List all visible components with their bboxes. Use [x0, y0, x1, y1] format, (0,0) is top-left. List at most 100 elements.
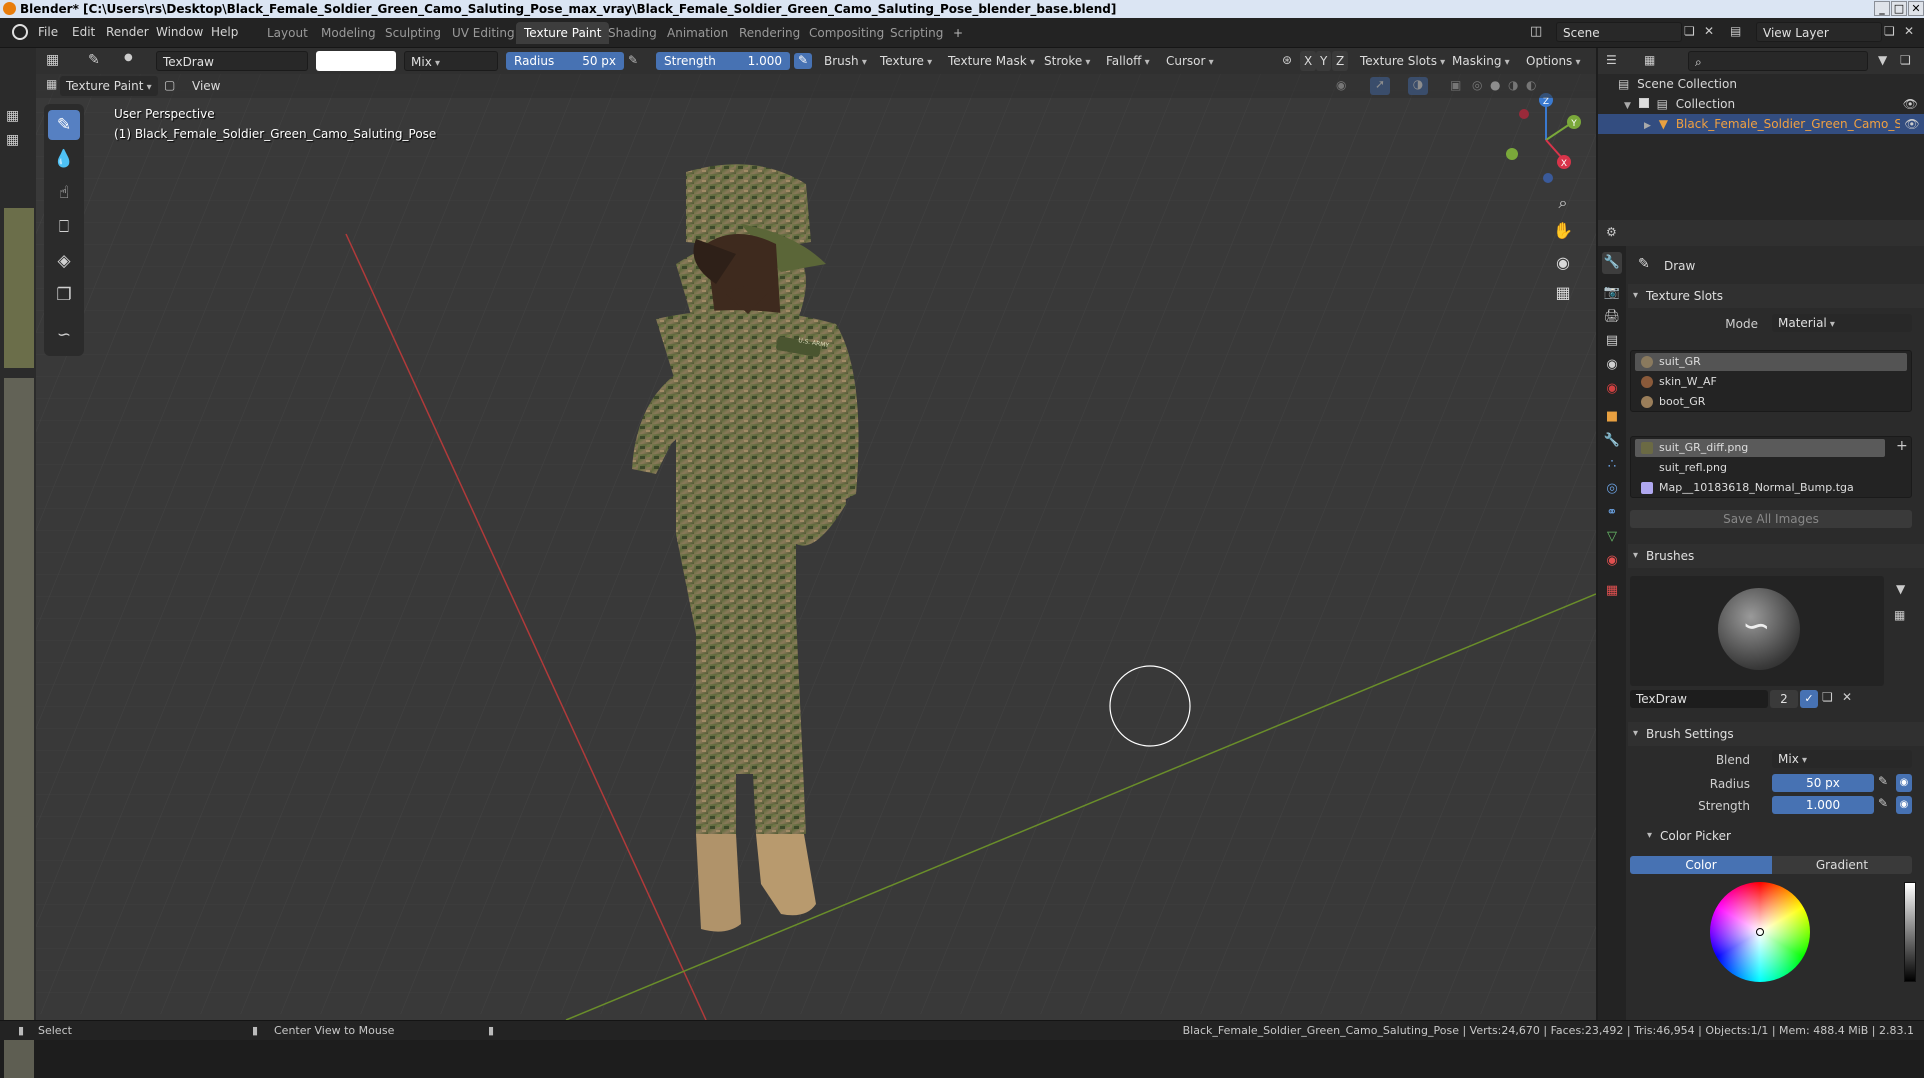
- minimize-button[interactable]: _: [1874, 1, 1890, 16]
- hand-icon[interactable]: ✋: [1550, 218, 1576, 244]
- tab-layout[interactable]: Layout: [259, 22, 316, 44]
- fill-tool-icon[interactable]: ◈: [48, 246, 80, 276]
- save-all-images-button[interactable]: Save All Images: [1630, 510, 1912, 528]
- zoom-icon[interactable]: ⌕: [1550, 190, 1576, 216]
- radius-pressure-icon[interactable]: ✎: [1878, 774, 1888, 788]
- tab-view-layer-icon[interactable]: ▤: [1602, 330, 1622, 352]
- camera-icon[interactable]: ◉: [1550, 250, 1576, 276]
- tab-scripting[interactable]: Scripting: [882, 22, 951, 44]
- color-tab[interactable]: Color: [1630, 856, 1772, 874]
- tab-texture-icon[interactable]: ▦: [1602, 580, 1622, 602]
- scene-selector[interactable]: Scene: [1556, 22, 1682, 42]
- 3d-viewport[interactable]: Z Y X U.S. ARMY ◉ ➚ ◑ ▣ ◎ ● ◑ ◐: [36, 74, 1596, 1020]
- outliner-search-input[interactable]: ⌕: [1688, 51, 1868, 71]
- tab-particles-icon[interactable]: ∴: [1602, 454, 1622, 476]
- cursor-menu[interactable]: Cursor: [1160, 51, 1220, 71]
- texture-menu[interactable]: Texture: [874, 51, 938, 71]
- mode-selector[interactable]: Texture Paint: [60, 76, 158, 96]
- duplicate-brush-icon[interactable]: ❏: [1822, 690, 1833, 704]
- menu-window[interactable]: Window: [156, 25, 203, 39]
- menu-render[interactable]: Render: [106, 25, 149, 39]
- blend-mode-dropdown[interactable]: Mix: [404, 51, 498, 71]
- radius-pressure-icon[interactable]: ✎: [628, 53, 638, 67]
- draw-tool-icon[interactable]: ✎: [48, 110, 80, 140]
- menu-help[interactable]: Help: [211, 25, 238, 39]
- tab-world-icon[interactable]: ◉: [1602, 378, 1622, 400]
- strength-slider[interactable]: Strength 1.000: [656, 52, 790, 70]
- brush-dropdown-icon[interactable]: ▼: [1896, 582, 1905, 596]
- view-layer-selector[interactable]: View Layer: [1756, 22, 1882, 42]
- brush-name-field[interactable]: TexDraw: [156, 51, 308, 71]
- new-view-layer-icon[interactable]: ❏: [1884, 24, 1900, 40]
- mirror-y-toggle[interactable]: Y: [1316, 51, 1332, 71]
- tab-animation[interactable]: Animation: [659, 22, 736, 44]
- add-workspace-button[interactable]: +: [945, 22, 971, 44]
- tab-modeling[interactable]: Modeling: [313, 22, 384, 44]
- annotate-tool-icon[interactable]: ∽: [48, 320, 80, 350]
- brush-preview-box[interactable]: ∽: [1630, 576, 1884, 686]
- tab-scene-icon[interactable]: ◉: [1602, 354, 1622, 376]
- filter-icon[interactable]: ▼: [1878, 53, 1887, 67]
- outliner-row-object[interactable]: ▶ ▼ Black_Female_Soldier_Green_Camo_Salu…: [1598, 114, 1924, 134]
- menu-file[interactable]: File: [38, 25, 58, 39]
- outliner-row-collection[interactable]: ▼ ▤ Collection 👁: [1598, 94, 1924, 114]
- uv-paint-icon[interactable]: ▦: [6, 132, 19, 148]
- mirror-z-toggle[interactable]: Z: [1332, 51, 1349, 71]
- tab-uv-editing[interactable]: UV Editing: [444, 22, 523, 44]
- mirror-x-toggle[interactable]: X: [1300, 51, 1317, 71]
- paint-mask-icon[interactable]: ▢: [164, 78, 175, 92]
- texture-mask-menu[interactable]: Texture Mask: [942, 51, 1041, 71]
- radius-slider[interactable]: Radius 50 px: [506, 52, 624, 70]
- tab-shading[interactable]: Shading: [600, 22, 665, 44]
- menu-edit[interactable]: Edit: [72, 25, 95, 39]
- outliner-row-scene-collection[interactable]: ▤ Scene Collection: [1598, 74, 1924, 94]
- new-collection-icon[interactable]: ❏: [1900, 53, 1911, 67]
- material-slot-boot[interactable]: boot_GR: [1635, 393, 1907, 411]
- color-picker-panel-header[interactable]: Color Picker: [1642, 824, 1924, 848]
- gradient-tab[interactable]: Gradient: [1772, 856, 1912, 874]
- expand-collection-icon[interactable]: ▼: [1624, 101, 1631, 111]
- brush-settings-panel-header[interactable]: Brush Settings: [1628, 722, 1924, 746]
- smear-tool-icon[interactable]: ☝: [48, 178, 80, 208]
- stroke-menu[interactable]: Stroke: [1038, 51, 1096, 71]
- display-mode-icon[interactable]: ▦: [1644, 53, 1655, 67]
- tab-texture-paint[interactable]: Texture Paint: [516, 22, 610, 44]
- brush-color-swatch[interactable]: [316, 51, 396, 71]
- strength-pressure-icon[interactable]: ✎: [1878, 796, 1888, 810]
- mode-dropdown[interactable]: Material: [1772, 314, 1912, 332]
- clone-tool-icon[interactable]: ⎕: [48, 212, 80, 242]
- tab-physics-icon[interactable]: ◎: [1602, 478, 1622, 500]
- image-slot-suit-refl[interactable]: suit_refl.png: [1635, 459, 1885, 477]
- properties-type-icon[interactable]: ⚙: [1606, 225, 1617, 239]
- mask-tool-icon[interactable]: ❐: [48, 280, 80, 310]
- brush-icon[interactable]: ✎: [88, 52, 100, 68]
- unlink-brush-icon[interactable]: ✕: [1842, 690, 1852, 704]
- add-image-icon[interactable]: +: [1896, 438, 1908, 454]
- color-wheel[interactable]: [1710, 882, 1810, 982]
- value-slider[interactable]: [1904, 882, 1916, 982]
- strength-lock-icon[interactable]: ◉: [1896, 796, 1912, 814]
- texture-slots-menu[interactable]: Texture Slots: [1354, 51, 1451, 71]
- image-slot-normal-map[interactable]: Map__10183618_Normal_Bump.tga: [1635, 479, 1885, 497]
- strength-pressure-icon[interactable]: ✎: [794, 53, 812, 69]
- tab-render-icon[interactable]: 📷: [1602, 282, 1622, 304]
- expand-object-icon[interactable]: ▶: [1644, 121, 1651, 131]
- tab-rendering[interactable]: Rendering: [731, 22, 808, 44]
- options-menu[interactable]: Options: [1520, 51, 1587, 71]
- tab-constraints-icon[interactable]: ⚭: [1602, 502, 1622, 524]
- tab-tool-icon[interactable]: 🔧: [1602, 252, 1622, 274]
- material-slot-skin[interactable]: skin_W_AF: [1635, 373, 1907, 391]
- brush-image-icon[interactable]: ▦: [1894, 608, 1905, 622]
- brush-users-count[interactable]: 2: [1770, 690, 1798, 708]
- fake-user-shield-icon[interactable]: ✓: [1800, 690, 1818, 708]
- material-slot-suit[interactable]: suit_GR: [1635, 353, 1907, 371]
- image-slot-suit-diff[interactable]: suit_GR_diff.png: [1635, 439, 1885, 457]
- view-menu[interactable]: View: [186, 76, 226, 96]
- soften-tool-icon[interactable]: 💧: [48, 144, 80, 174]
- tab-object-icon[interactable]: ■: [1602, 406, 1622, 428]
- radius-slider[interactable]: 50 px: [1772, 774, 1874, 792]
- collection-checkbox[interactable]: [1638, 98, 1649, 108]
- tab-sculpting[interactable]: Sculpting: [377, 22, 449, 44]
- texture-slots-panel-header[interactable]: Texture Slots: [1628, 284, 1924, 308]
- tab-modifier-icon[interactable]: 🔧: [1602, 430, 1622, 452]
